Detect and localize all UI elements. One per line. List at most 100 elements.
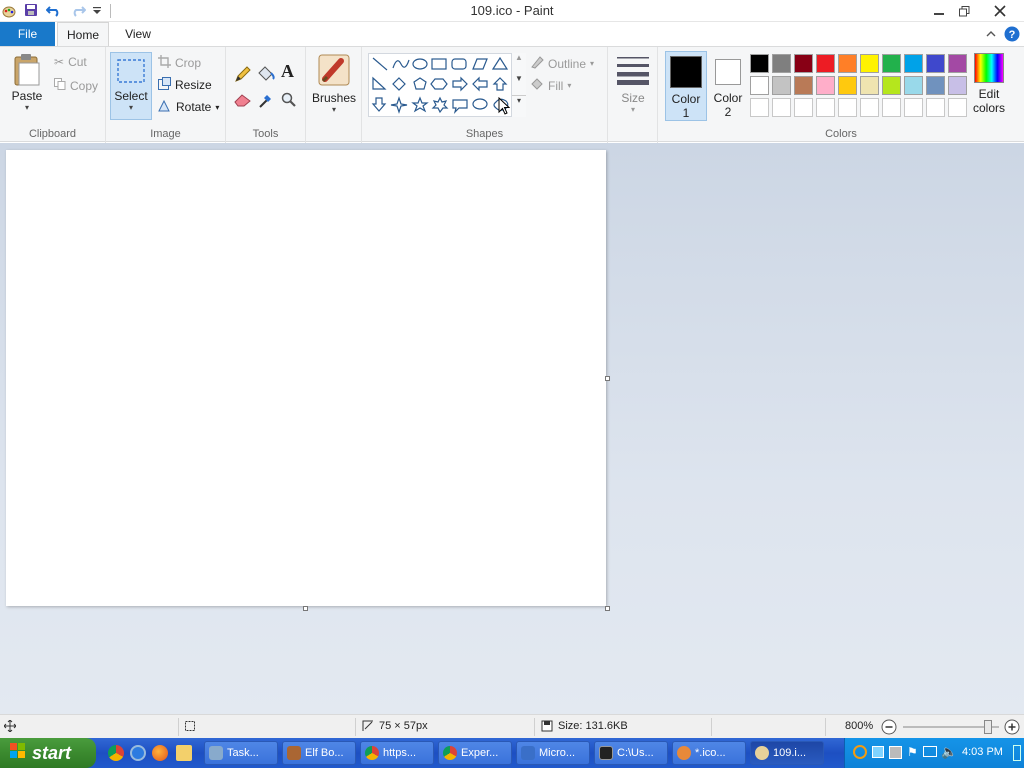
palette-swatch[interactable]	[904, 98, 923, 117]
edit-colors-button[interactable]: Edit colors	[968, 51, 1010, 115]
palette-swatch[interactable]	[794, 76, 813, 95]
palette-swatch[interactable]	[772, 76, 791, 95]
outline-button[interactable]: Outline ▾	[530, 55, 594, 72]
shapes-scrollbar[interactable]: ▲ ▼ ▾	[511, 53, 526, 117]
palette-swatch[interactable]	[794, 54, 813, 73]
select-button[interactable]: Select ▾	[110, 52, 152, 120]
flag-icon[interactable]: ⚑	[907, 745, 918, 759]
resize-handle-corner[interactable]	[605, 606, 610, 611]
taskbar-button-ico-search[interactable]: *.ico...	[672, 741, 746, 765]
taskbar-button-cus[interactable]: C:\Us...	[594, 741, 668, 765]
close-button[interactable]	[983, 0, 1017, 22]
restore-button[interactable]	[947, 0, 981, 22]
brushes-button[interactable]: Brushes ▾	[311, 53, 357, 114]
tray-app-icon[interactable]	[872, 746, 884, 758]
fill-button[interactable]: Fill ▾	[530, 77, 571, 94]
minimize-ribbon-icon[interactable]	[986, 28, 998, 40]
firefox-quicklaunch-icon[interactable]	[152, 745, 168, 761]
copy-button[interactable]: Copy	[54, 78, 98, 93]
paste-dropdown-arrow[interactable]: ▾	[6, 103, 48, 112]
rotate-button[interactable]: Rotate ▾	[158, 99, 219, 115]
volume-icon[interactable]: 🔈	[941, 744, 957, 760]
palette-swatch[interactable]	[860, 76, 879, 95]
color-picker-icon[interactable]	[258, 91, 274, 112]
color-palette	[750, 54, 970, 120]
show-desktop-icon[interactable]	[1013, 745, 1021, 761]
start-label: start	[32, 742, 72, 763]
cut-button[interactable]: ✂ Cut	[54, 55, 87, 69]
tab-home[interactable]: Home	[57, 22, 109, 46]
taskbar-button-micro[interactable]: Micro...	[516, 741, 590, 765]
resize-handle-bottom[interactable]	[303, 606, 308, 611]
palette-swatch[interactable]	[860, 54, 879, 73]
palette-swatch[interactable]	[882, 54, 901, 73]
drawing-canvas[interactable]	[6, 150, 606, 606]
palette-swatch[interactable]	[816, 54, 835, 73]
paste-icon	[6, 53, 48, 89]
fill-icon	[530, 77, 544, 94]
search-tray-icon[interactable]	[853, 745, 867, 759]
palette-swatch[interactable]	[750, 54, 769, 73]
palette-swatch[interactable]	[882, 98, 901, 117]
palette-swatch[interactable]	[750, 76, 769, 95]
palette-swatch[interactable]	[882, 76, 901, 95]
text-tool-icon[interactable]: A	[281, 61, 294, 82]
fill-bucket-icon[interactable]	[256, 64, 276, 85]
taskbar-button-exper[interactable]: Exper...	[438, 741, 512, 765]
palette-swatch[interactable]	[750, 98, 769, 117]
resize-handle-right[interactable]	[605, 376, 610, 381]
eraser-icon[interactable]	[234, 93, 252, 110]
select-dropdown-arrow[interactable]: ▾	[111, 103, 151, 112]
paste-button[interactable]: Paste ▾	[6, 53, 48, 112]
size-button[interactable]: Size ▾	[614, 55, 652, 114]
help-icon[interactable]: ?	[1004, 26, 1020, 42]
taskbar-button-paint[interactable]: 109.i...	[750, 741, 824, 765]
palette-swatch[interactable]	[816, 98, 835, 117]
zoom-out-icon[interactable]	[881, 719, 897, 738]
resize-icon	[158, 77, 171, 93]
tab-file[interactable]: File	[0, 22, 55, 46]
palette-swatch[interactable]	[794, 98, 813, 117]
palette-swatch[interactable]	[926, 54, 945, 73]
palette-swatch[interactable]	[860, 98, 879, 117]
shapes-scroll-up-arrow[interactable]: ▲	[512, 53, 526, 74]
explorer-quicklaunch-icon[interactable]	[176, 745, 192, 761]
shapes-group: ▲ ▼ ▾ Outline ▾ Fill ▾ Shapes	[362, 47, 608, 143]
magnifier-icon[interactable]	[281, 92, 297, 111]
palette-swatch[interactable]	[816, 76, 835, 95]
taskbar-button-elf[interactable]: Elf Bo...	[282, 741, 356, 765]
resize-button[interactable]: Resize	[158, 77, 212, 93]
pencil-icon[interactable]	[234, 65, 252, 86]
palette-swatch[interactable]	[904, 76, 923, 95]
palette-swatch[interactable]	[904, 54, 923, 73]
palette-swatch[interactable]	[926, 76, 945, 95]
shapes-expand-arrow[interactable]: ▾	[512, 95, 526, 116]
palette-swatch[interactable]	[838, 76, 857, 95]
ie-quicklaunch-icon[interactable]	[130, 745, 146, 761]
start-button[interactable]: start	[0, 738, 96, 768]
canvas-workspace[interactable]	[0, 143, 1024, 714]
zoom-in-icon[interactable]	[1004, 719, 1020, 738]
clock[interactable]: 4:03 PM	[962, 746, 1003, 758]
taskbar-button-label: Exper...	[461, 747, 499, 759]
crop-button[interactable]: Crop	[158, 55, 201, 71]
taskbar-button-https[interactable]: https...	[360, 741, 434, 765]
palette-swatch[interactable]	[772, 98, 791, 117]
palette-swatch[interactable]	[948, 76, 967, 95]
palette-swatch[interactable]	[838, 98, 857, 117]
zoom-slider-thumb[interactable]	[984, 720, 992, 734]
color-spectrum-icon	[974, 53, 1004, 83]
color2-button[interactable]: Color 2	[708, 51, 748, 121]
shapes-scroll-down-arrow[interactable]: ▼	[512, 74, 526, 95]
palette-swatch[interactable]	[772, 54, 791, 73]
palette-swatch[interactable]	[926, 98, 945, 117]
palette-swatch[interactable]	[948, 98, 967, 117]
palette-swatch[interactable]	[948, 54, 967, 73]
color1-button[interactable]: Color 1	[665, 51, 707, 121]
palette-swatch[interactable]	[838, 54, 857, 73]
chrome-quicklaunch-icon[interactable]	[108, 745, 124, 761]
network-icon[interactable]	[923, 746, 937, 757]
taskbar-button-task[interactable]: Task...	[204, 741, 278, 765]
tray-app-icon[interactable]	[889, 746, 902, 759]
tab-view[interactable]: View	[112, 22, 164, 46]
